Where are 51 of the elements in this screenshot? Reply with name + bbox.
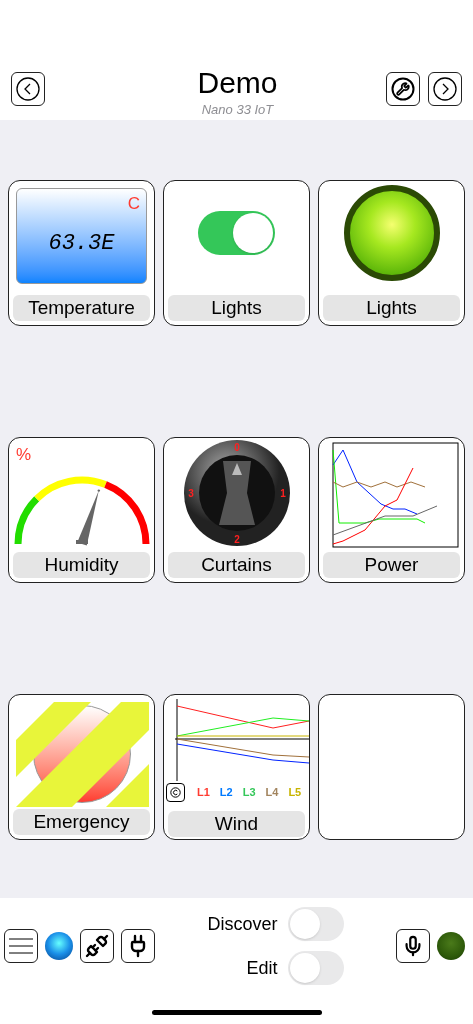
- widget-tile[interactable]: C 63.3E Temperature: [8, 180, 155, 326]
- tile-label: Curtains: [168, 552, 305, 578]
- disconnect-button[interactable]: [80, 929, 114, 963]
- legend-label: L3: [242, 785, 256, 801]
- widget-tile[interactable]: Lights: [318, 180, 465, 326]
- wrench-icon: [391, 77, 415, 101]
- temperature-value: 63.3E: [47, 233, 116, 255]
- widget-tile[interactable]: 0 1 2 3 Curtains: [163, 437, 310, 583]
- back-button[interactable]: [11, 72, 45, 106]
- back-icon: [16, 77, 40, 101]
- widget-tile[interactable]: [318, 694, 465, 840]
- emergency-button[interactable]: [16, 702, 149, 807]
- plug-icon: [85, 934, 109, 958]
- widget-tile[interactable]: % Humidity: [8, 437, 155, 583]
- tile-label: Emergency: [13, 809, 150, 835]
- status-led: [437, 932, 465, 960]
- widget-tile[interactable]: Emergency: [8, 694, 155, 840]
- page-title: Demo: [197, 66, 278, 100]
- tile-label: Temperature: [13, 295, 150, 321]
- reset-button[interactable]: [166, 783, 185, 802]
- rotary-knob[interactable]: 0 1 2 3: [182, 439, 291, 547]
- microphone-button[interactable]: [396, 929, 430, 963]
- toggle-label: Discover: [207, 912, 278, 936]
- toggle-switch[interactable]: [287, 951, 344, 985]
- widget-tile[interactable]: L1 L2 L3 L4 L5 Wind: [163, 694, 310, 840]
- toggle-label: Edit: [246, 956, 278, 980]
- widget-tile[interactable]: Lights: [163, 180, 310, 326]
- legend-label: L2: [219, 785, 233, 801]
- legend-label: L5: [288, 785, 302, 801]
- tile-label: Power: [323, 552, 460, 578]
- status-led: [45, 932, 73, 960]
- menu-icon: [9, 938, 33, 954]
- tile-label: Humidity: [13, 552, 150, 578]
- microphone-icon: [402, 935, 424, 957]
- circle-c-icon: [170, 787, 181, 798]
- toggle-switch[interactable]: [287, 907, 344, 941]
- connect-button[interactable]: [121, 929, 155, 963]
- tile-label: Lights: [168, 295, 305, 321]
- tile-label: Wind: [168, 811, 305, 837]
- forward-button[interactable]: [428, 72, 462, 106]
- legend-label: L4: [265, 785, 279, 801]
- menu-button[interactable]: [4, 929, 38, 963]
- forward-icon: [433, 77, 457, 101]
- toggle-switch[interactable]: [198, 211, 275, 255]
- legend-label: L1: [197, 785, 210, 801]
- widget-tile[interactable]: Power: [318, 437, 465, 583]
- settings-button[interactable]: [386, 72, 420, 106]
- tile-label: Lights: [323, 295, 460, 321]
- unit-text: C: [127, 193, 140, 215]
- unit-text: %: [16, 444, 32, 466]
- device-subtitle: Nano 33 IoT: [201, 101, 274, 119]
